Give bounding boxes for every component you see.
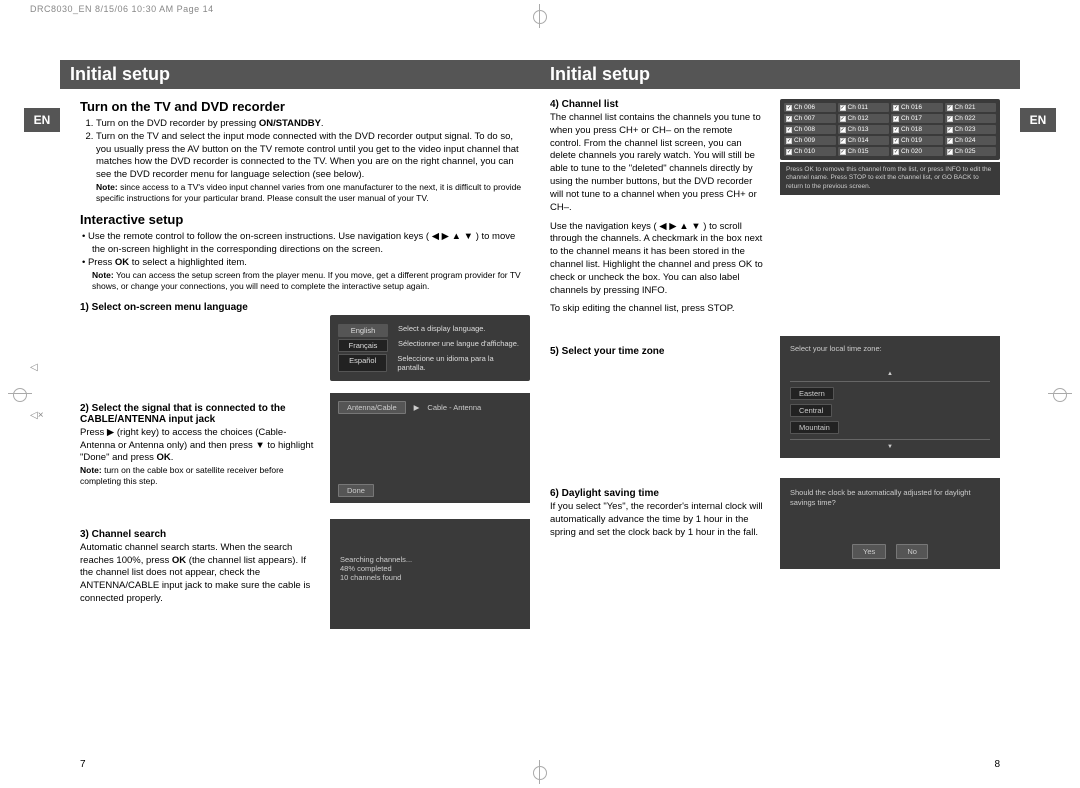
channel-cell: ✓Ch 015 xyxy=(838,147,890,156)
page-number-left: 7 xyxy=(80,759,86,770)
channel-cell: ✓Ch 024 xyxy=(945,136,997,145)
step2-body: Press ▶ (right key) to access the choice… xyxy=(80,427,316,465)
channel-list-hint: Press OK to remove this channel from the… xyxy=(780,162,1000,195)
section1-heading: Turn on the TV and DVD recorder xyxy=(80,99,530,114)
step6-heading: 6) Daylight saving time xyxy=(550,488,766,499)
channel-list-screenshot: ✓Ch 006✓Ch 011✓Ch 016✓Ch 021✓Ch 007✓Ch 0… xyxy=(780,99,1000,160)
channel-cell: ✓Ch 023 xyxy=(945,125,997,134)
note-2: Note: You can access the setup screen fr… xyxy=(80,270,530,292)
step2-note: Note: turn on the cable box or satellite… xyxy=(80,465,316,487)
channel-cell: ✓Ch 007 xyxy=(784,114,836,123)
page-number-right: 8 xyxy=(994,759,1000,770)
channel-cell: ✓Ch 016 xyxy=(891,103,943,112)
step5-heading: 5) Select your time zone xyxy=(550,346,766,357)
step2-heading: 2) Select the signal that is connected t… xyxy=(80,403,316,425)
gutter-icon-2: ◁× xyxy=(30,410,44,421)
crop-mark-top xyxy=(528,4,552,28)
channel-cell: ✓Ch 014 xyxy=(838,136,890,145)
channel-cell: ✓Ch 009 xyxy=(784,136,836,145)
channel-cell: ✓Ch 008 xyxy=(784,125,836,134)
section2-heading: Interactive setup xyxy=(80,212,530,227)
signal-menu-screenshot: Antenna/Cable ▶ Cable - Antenna Done xyxy=(330,393,530,503)
lang-tab: EN xyxy=(24,108,60,132)
search-screenshot: Searching channels... 48% completed 10 c… xyxy=(330,519,530,629)
language-menu-screenshot: EnglishSelect a display language. França… xyxy=(330,315,530,381)
page-left: Initial setup EN Turn on the TV and DVD … xyxy=(60,60,540,770)
step4-p2: Use the navigation keys ( ◀ ▶ ▲ ▼ ) to s… xyxy=(550,221,766,298)
channel-cell: ✓Ch 013 xyxy=(838,125,890,134)
step6-body: If you select "Yes", the recorder's inte… xyxy=(550,501,766,539)
channel-cell: ✓Ch 022 xyxy=(945,114,997,123)
channel-cell: ✓Ch 017 xyxy=(891,114,943,123)
timezone-screenshot: Select your local time zone: ▲ Eastern C… xyxy=(780,336,1000,458)
page-right: Initial setup EN 4) Channel list The cha… xyxy=(540,60,1020,770)
channel-cell: ✓Ch 006 xyxy=(784,103,836,112)
channel-cell: ✓Ch 010 xyxy=(784,147,836,156)
step4-heading: 4) Channel list xyxy=(550,99,766,110)
channel-cell: ✓Ch 025 xyxy=(945,147,997,156)
channel-cell: ✓Ch 011 xyxy=(838,103,890,112)
turn-on-step-1: Turn on the DVD recorder by pressing ON/… xyxy=(96,118,530,131)
print-header: DRC8030_EN 8/15/06 10:30 AM Page 14 xyxy=(30,4,214,14)
channel-cell: ✓Ch 019 xyxy=(891,136,943,145)
step4-p3: To skip editing the channel list, press … xyxy=(550,303,766,316)
channel-cell: ✓Ch 020 xyxy=(891,147,943,156)
step1-heading: 1) Select on-screen menu language xyxy=(80,302,530,313)
page-title-right: Initial setup xyxy=(540,60,1020,89)
lang-tab-right: EN xyxy=(1020,108,1056,132)
step3-body: Automatic channel search starts. When th… xyxy=(80,542,316,606)
step4-p1: The channel list contains the channels y… xyxy=(550,112,766,215)
page-title: Initial setup xyxy=(60,60,540,89)
step3-heading: 3) Channel search xyxy=(80,529,316,540)
dst-screenshot: Should the clock be automatically adjust… xyxy=(780,478,1000,569)
gutter-icon-1: ◁ xyxy=(30,362,38,373)
turn-on-step-2: Turn on the TV and select the input mode… xyxy=(96,131,530,182)
channel-cell: ✓Ch 012 xyxy=(838,114,890,123)
channel-cell: ✓Ch 021 xyxy=(945,103,997,112)
interactive-bullet-2: Press OK to select a highlighted item. xyxy=(92,257,530,270)
crop-mark-right xyxy=(1048,382,1072,406)
crop-mark-left xyxy=(8,382,32,406)
note-1: Note: since access to a TV's video input… xyxy=(80,182,530,204)
interactive-bullet-1: Use the remote control to follow the on-… xyxy=(92,231,530,257)
channel-cell: ✓Ch 018 xyxy=(891,125,943,134)
